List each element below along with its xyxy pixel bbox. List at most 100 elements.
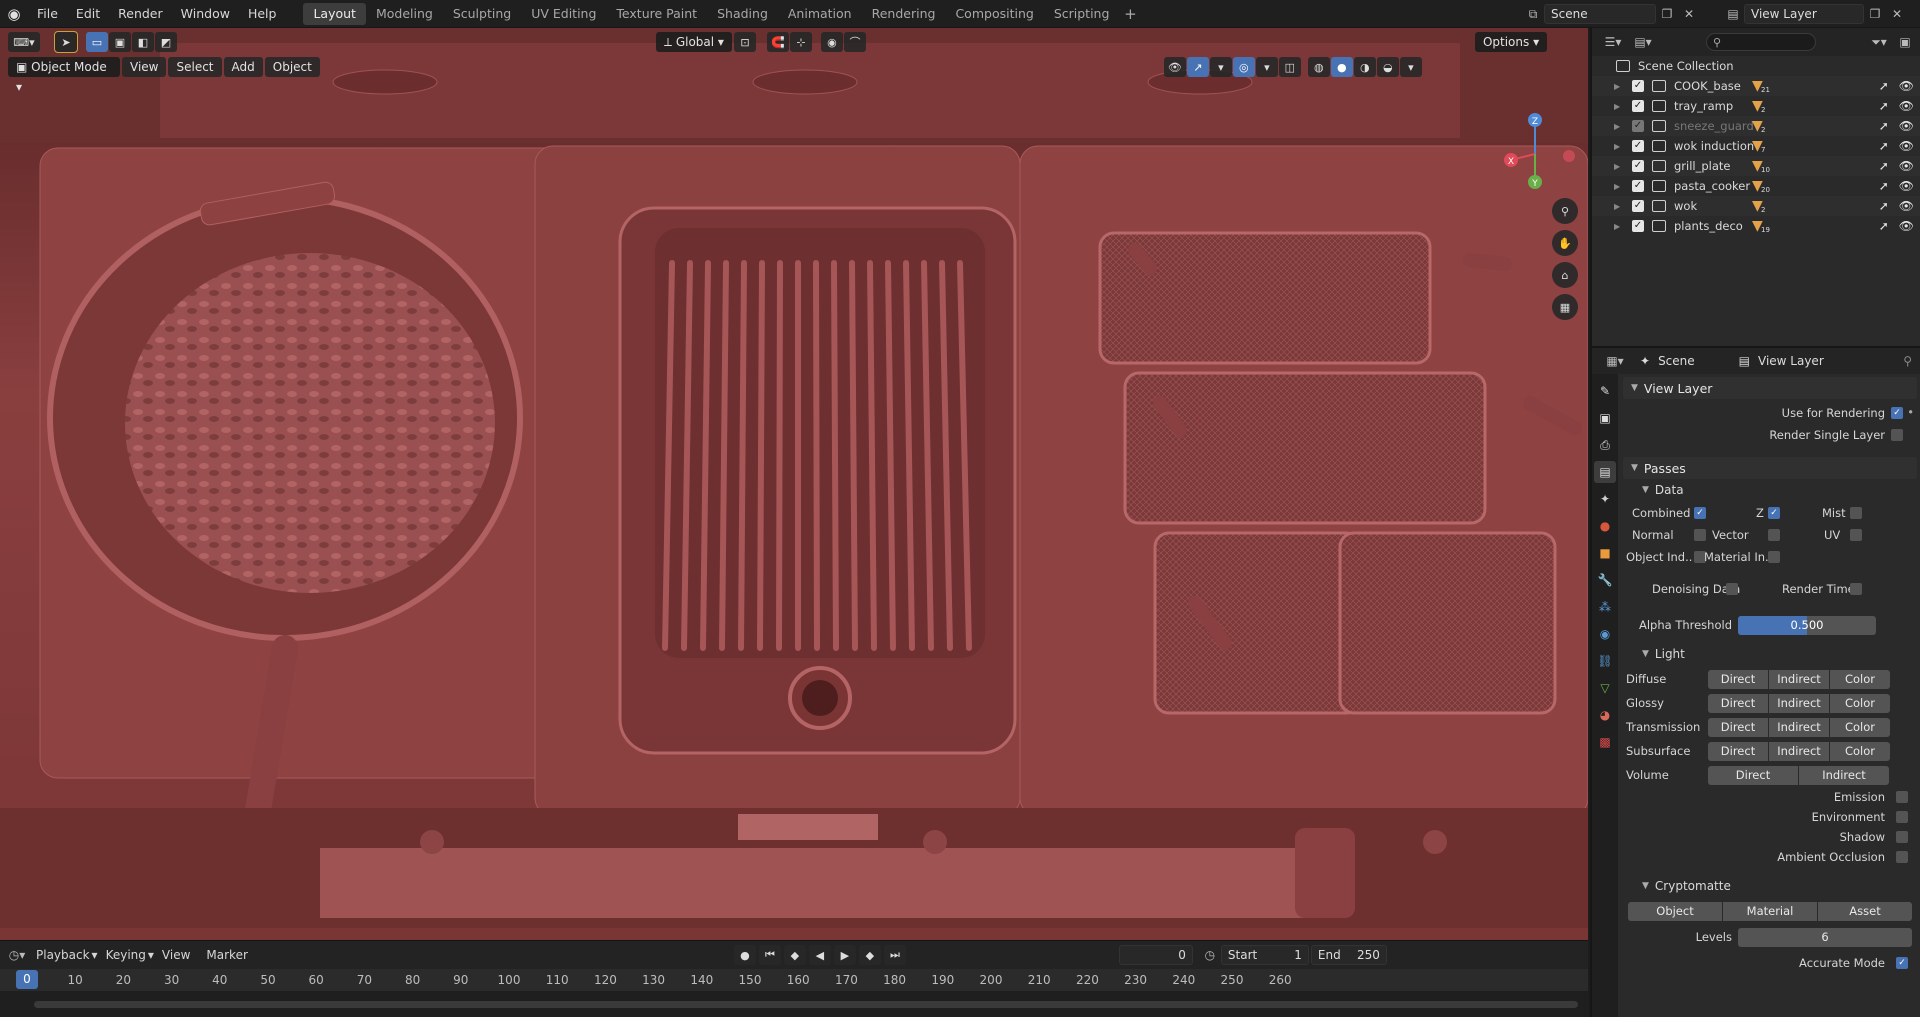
current-frame-field[interactable]: 0	[1118, 945, 1193, 965]
data-tab-icon[interactable]: ▽	[1594, 677, 1616, 699]
texture-tab-icon[interactable]: ▩	[1594, 731, 1616, 753]
light-pass-button[interactable]: Indirect	[1769, 742, 1829, 761]
outliner-row[interactable]: ▶ ✓ COOK_base ▼ 21 ➚ 👁	[1592, 76, 1920, 96]
world-tab-icon[interactable]: ●	[1594, 515, 1616, 537]
record-icon[interactable]: ●	[733, 945, 756, 965]
render-tab-icon[interactable]: ▣	[1594, 407, 1616, 429]
gizmo-dropdown-icon[interactable]: ▾	[1209, 57, 1232, 77]
tab-animation[interactable]: Animation	[778, 3, 862, 25]
breadcrumb-view-layer[interactable]: View Layer	[1758, 354, 1824, 368]
emission-checkbox[interactable]	[1896, 791, 1908, 803]
menu-keying[interactable]: Keying	[98, 948, 154, 962]
exclude-checkbox[interactable]: ✓	[1632, 120, 1644, 132]
light-pass-button[interactable]: Indirect	[1769, 670, 1829, 689]
snap-icon[interactable]: 🧲	[766, 32, 789, 52]
ortho-grid-icon[interactable]: ▦	[1552, 294, 1578, 320]
object-tab-icon[interactable]: ■	[1594, 542, 1616, 564]
close-view-layer-icon[interactable]: ✕	[1886, 4, 1908, 24]
eye-icon[interactable]: 👁	[1899, 219, 1914, 233]
uv-checkbox[interactable]	[1850, 529, 1862, 541]
jump-keyframe-back-icon[interactable]: ◆	[783, 945, 806, 965]
snap-target-icon[interactable]: ⊹	[789, 32, 812, 52]
exclude-checkbox[interactable]: ✓	[1632, 200, 1644, 212]
light-pass-button[interactable]: Color	[1830, 742, 1890, 761]
view-layer-icon[interactable]: ▤	[1722, 4, 1744, 24]
select-mode-subtract-icon[interactable]: ◧	[132, 32, 154, 52]
transform-orientation-dropdown[interactable]: ⟂ Global ▾	[656, 32, 732, 52]
overlay-toggle-icon[interactable]: ◎	[1232, 57, 1255, 77]
menu-marker[interactable]: Marker	[198, 948, 255, 962]
editor-type-icon[interactable]: ⌨▾	[8, 32, 40, 52]
exclude-checkbox[interactable]: ✓	[1632, 100, 1644, 112]
cryptomatte-subpanel-header[interactable]: ▼ Cryptomatte	[1620, 875, 1920, 897]
outliner-row[interactable]: ▶ ✓ pasta_cooker ▼ 20 ➚ 👁	[1592, 176, 1920, 196]
selectable-arrow-icon[interactable]: ➚	[1879, 219, 1889, 233]
new-collection-icon[interactable]: ▣	[1894, 32, 1916, 52]
material-index-checkbox[interactable]	[1768, 551, 1780, 563]
pan-hand-icon[interactable]: ✋	[1552, 230, 1578, 256]
light-pass-button[interactable]: Indirect	[1799, 766, 1889, 785]
scene-collection-row[interactable]: Scene Collection	[1592, 56, 1920, 76]
jump-end-icon[interactable]: ⏭	[883, 945, 906, 965]
outliner-row[interactable]: ▶ ✓ tray_ramp ▼ 2 ➚ 👁	[1592, 96, 1920, 116]
preview-range-icon[interactable]: ◷	[1199, 945, 1221, 965]
outliner-row[interactable]: ▶ ✓ grill_plate ▼ 10 ➚ 👁	[1592, 156, 1920, 176]
timeline-scrollbar[interactable]	[34, 1001, 1578, 1008]
shadow-checkbox[interactable]	[1896, 831, 1908, 843]
tab-shading[interactable]: Shading	[707, 3, 778, 25]
jump-start-icon[interactable]: ⏮	[758, 945, 781, 965]
select-mode-extend-icon[interactable]: ▣	[109, 32, 131, 52]
selectable-arrow-icon[interactable]: ➚	[1879, 79, 1889, 93]
scene-tab-icon[interactable]: ✦	[1594, 488, 1616, 510]
outliner-row[interactable]: ▶ ✓ plants_deco ▼ 19 ➚ 👁	[1592, 216, 1920, 236]
constraints-tab-icon[interactable]: ⛓	[1594, 650, 1616, 672]
view-layer-tab-icon[interactable]: ▤	[1594, 461, 1616, 483]
particles-tab-icon[interactable]: ⁂	[1594, 596, 1616, 618]
camera-view-icon[interactable]: ⌂	[1552, 262, 1578, 288]
selectable-arrow-icon[interactable]: ➚	[1879, 159, 1889, 173]
display-mode-icon[interactable]: ▤▾	[1628, 32, 1658, 52]
exclude-checkbox[interactable]: ✓	[1632, 220, 1644, 232]
material-shading-icon[interactable]: ◑	[1353, 57, 1376, 77]
menu-help[interactable]: Help	[239, 3, 286, 25]
3d-viewport[interactable]: Z X Y ⚲ ✋ ⌂ ▦	[0, 28, 1588, 940]
pivot-point-icon[interactable]: ⊡	[733, 32, 756, 52]
tab-rendering[interactable]: Rendering	[862, 3, 946, 25]
output-tab-icon[interactable]: ⎙	[1594, 434, 1616, 456]
menu-add[interactable]: Add	[223, 57, 263, 77]
eye-icon[interactable]: 👁	[1899, 139, 1914, 153]
expand-arrow-icon[interactable]: ▶	[1614, 102, 1626, 111]
menu-view[interactable]: View	[154, 948, 198, 962]
menu-file[interactable]: File	[28, 3, 67, 25]
play-icon[interactable]: ▶	[833, 945, 856, 965]
gizmo-toggle-icon[interactable]: ↗	[1186, 57, 1209, 77]
levels-field[interactable]: 6	[1738, 928, 1912, 947]
eye-icon[interactable]: 👁	[1899, 79, 1914, 93]
material-tab-icon[interactable]: ◕	[1594, 704, 1616, 726]
modifier-tab-icon[interactable]: 🔧	[1594, 569, 1616, 591]
outliner-editor-type-icon[interactable]: ☰▾	[1598, 32, 1628, 52]
close-scene-icon[interactable]: ✕	[1678, 4, 1700, 24]
outliner-search-input[interactable]: ⚲	[1706, 33, 1816, 51]
expand-arrow-icon[interactable]: ▶	[1614, 222, 1626, 231]
jump-keyframe-forward-icon[interactable]: ◆	[858, 945, 881, 965]
select-mode-intersect-icon[interactable]: ◩	[155, 32, 177, 52]
normal-checkbox[interactable]	[1694, 529, 1706, 541]
light-pass-button[interactable]: Direct	[1708, 766, 1798, 785]
outliner-row[interactable]: ▶ ✓ wok induction ▼ 7 ➚ 👁	[1592, 136, 1920, 156]
blender-logo-icon[interactable]: ◉	[0, 0, 28, 28]
light-pass-button[interactable]: Direct	[1708, 670, 1768, 689]
menu-edit[interactable]: Edit	[67, 3, 109, 25]
menu-object[interactable]: Object	[264, 57, 320, 77]
crypto-material-button[interactable]: Material	[1723, 902, 1817, 921]
copy-view-layer-icon[interactable]: ❐	[1864, 4, 1886, 24]
add-workspace-icon[interactable]: +	[1119, 3, 1141, 25]
accurate-mode-checkbox[interactable]: ✓	[1896, 957, 1908, 969]
xray-icon[interactable]: ◫	[1278, 57, 1301, 77]
exclude-checkbox[interactable]: ✓	[1632, 140, 1644, 152]
z-checkbox[interactable]: ✓	[1768, 507, 1780, 519]
copy-scene-icon[interactable]: ❐	[1656, 4, 1678, 24]
start-frame-field[interactable]: Start 1	[1220, 945, 1309, 965]
select-tool-icon[interactable]: ➤	[54, 31, 78, 53]
light-pass-button[interactable]: Indirect	[1769, 694, 1829, 713]
